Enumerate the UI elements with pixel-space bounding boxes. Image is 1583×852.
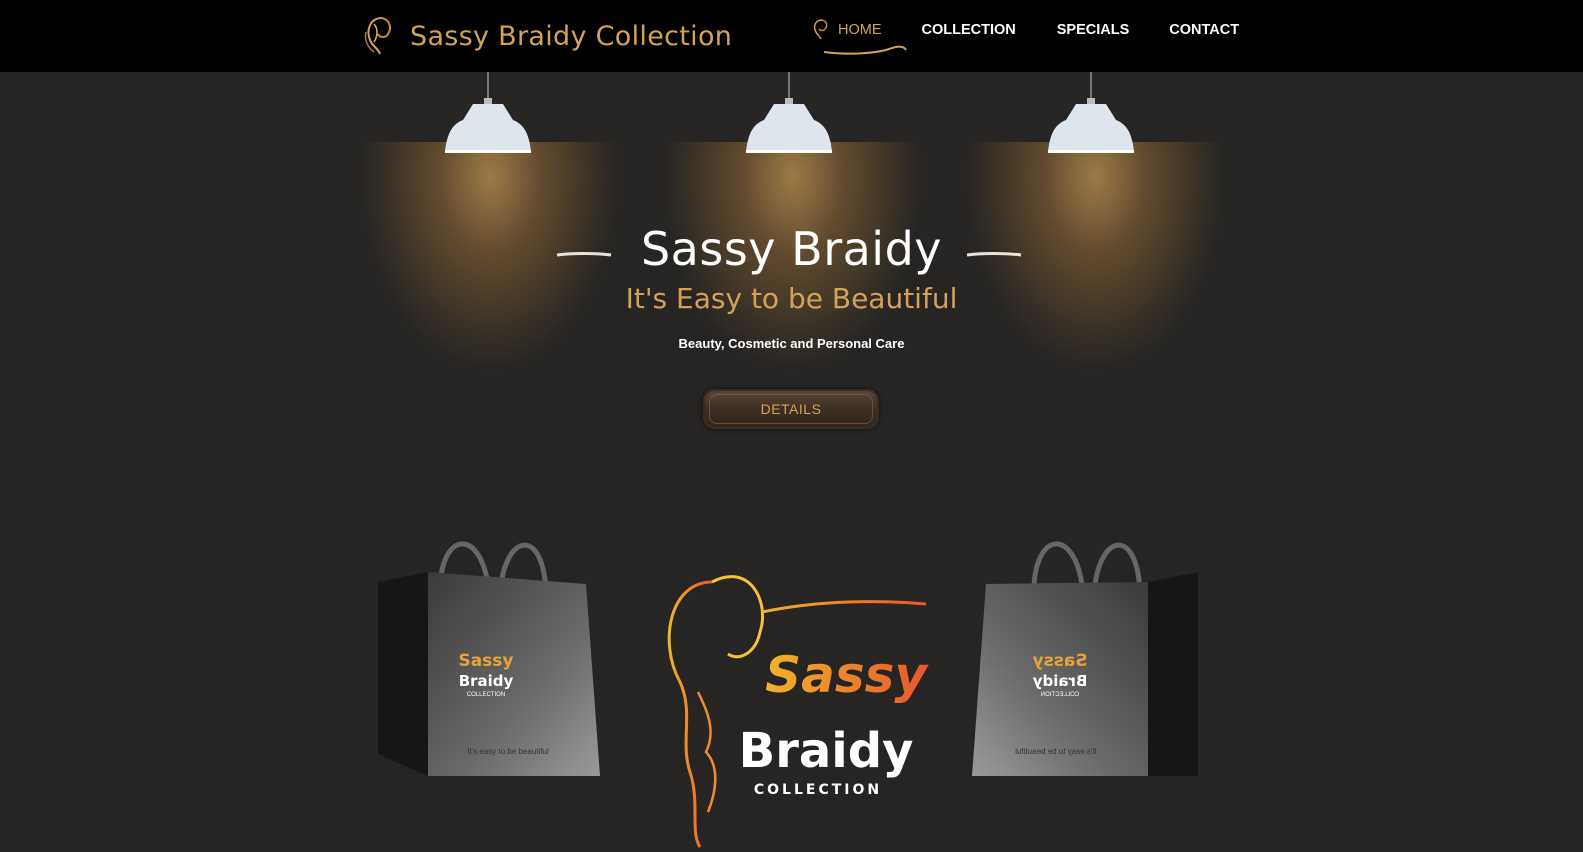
- braid-woman-icon: [813, 19, 828, 40]
- bag-slogan: It's easy to be beautiful: [467, 747, 549, 756]
- logo-text-collection: COLLECTION: [754, 782, 882, 798]
- bag-logo-small: COLLECTION: [1041, 692, 1079, 698]
- nav-home[interactable]: HOME: [813, 19, 907, 55]
- pendant-lamp-icon: [1048, 72, 1134, 153]
- decorative-dash: [966, 252, 1022, 257]
- nav-collection[interactable]: COLLECTION: [922, 20, 1016, 40]
- bag-logo-small: COLLECTION: [467, 692, 505, 698]
- nav-contact[interactable]: CONTACT: [1169, 20, 1239, 40]
- hero-tagline: Beauty, Cosmetic and Personal Care: [678, 336, 905, 351]
- pendant-lamp-icon: [746, 72, 832, 153]
- shopping-bag-image: Sassy Braidy COLLECTION It's easy to be …: [378, 541, 600, 776]
- hero-title: Sassy Braidy: [640, 222, 943, 276]
- pendant-lamp-icon: [445, 72, 531, 153]
- hero-subtitle: It's Easy to be Beautiful: [625, 282, 958, 315]
- bag-logo-text: Braidy: [1032, 672, 1087, 690]
- nav-home-label: HOME: [838, 22, 882, 38]
- details-button-label: DETAILS: [760, 401, 822, 417]
- logo-text-braidy: Braidy: [739, 723, 914, 779]
- braid-woman-icon: [364, 17, 391, 55]
- hero-section: Sassy Braidy It's Easy to be Beautiful B…: [0, 72, 1583, 848]
- brand-name: Sassy Braidy Collection: [410, 20, 733, 52]
- swoosh-underline-icon: [823, 45, 907, 55]
- sassy-braidy-logo: Sassy Braidy COLLECTION: [667, 575, 929, 848]
- logo-text-sassy: Sassy: [765, 646, 929, 704]
- shopping-bag-image: Sassy Braidy COLLECTION It's easy to be …: [972, 541, 1198, 776]
- bag-slogan: It's easy to be beautiful: [1015, 747, 1097, 756]
- bag-logo-text: Sassy: [1032, 651, 1087, 671]
- top-navigation-bar: Sassy Braidy Collection HOME COLLECTION …: [0, 0, 1583, 72]
- bag-logo-text: Braidy: [459, 672, 514, 690]
- bag-logo-text: Sassy: [458, 651, 513, 671]
- main-nav: HOME COLLECTION SPECIALS CONTACT: [813, 19, 1239, 55]
- details-button[interactable]: DETAILS: [703, 389, 879, 429]
- brand[interactable]: Sassy Braidy Collection: [360, 14, 732, 58]
- nav-specials[interactable]: SPECIALS: [1057, 20, 1130, 40]
